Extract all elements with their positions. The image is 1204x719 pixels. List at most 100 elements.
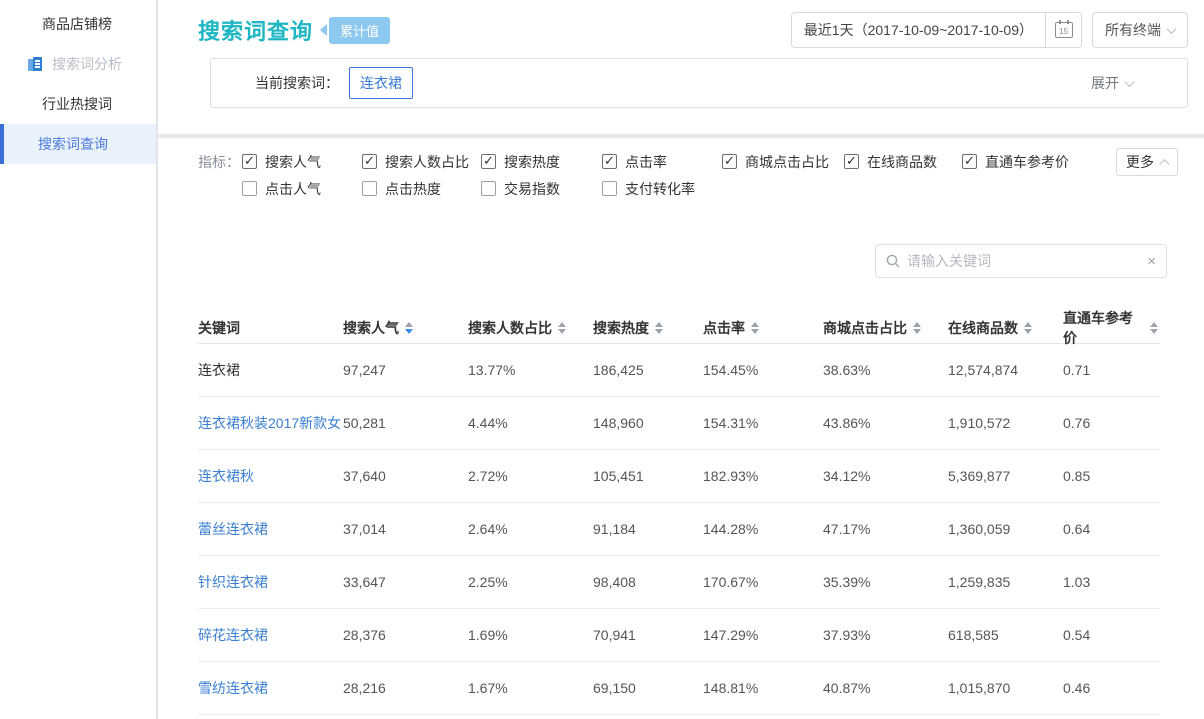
sidebar-item-search-term-analysis[interactable]: 搜索词分析 (0, 44, 156, 84)
column-header-ztc-ref-price[interactable]: 直通车参考价 (1063, 308, 1158, 348)
value-cell: 147.29% (703, 627, 823, 643)
column-header-mall-click-share[interactable]: 商城点击占比 (823, 318, 948, 338)
metrics-bar: 指标： 搜索人气 搜索人数占比 搜索热度 点击 (198, 148, 1204, 202)
keyword-link[interactable]: 碎花连衣裙 (198, 627, 268, 643)
checkbox-icon (602, 154, 617, 169)
value-cell: 91,184 (593, 521, 703, 537)
metric-checkbox[interactable]: 点击人气 (242, 179, 362, 199)
sort-icon[interactable] (405, 322, 413, 334)
checkbox-icon (242, 181, 257, 196)
checkbox-icon (844, 154, 859, 169)
column-header-click-rate[interactable]: 点击率 (703, 318, 823, 338)
metric-checkbox[interactable]: 搜索人气 (242, 152, 362, 172)
table-row: 针织连衣裙 33,647 2.25% 98,408 170.67% 35.39%… (198, 556, 1160, 609)
current-search-term-panel: 当前搜索词： 连衣裙 展开 (210, 58, 1188, 108)
checkbox-icon (602, 181, 617, 196)
value-cell: 0.54 (1063, 627, 1158, 643)
calendar-button[interactable]: 15 (1045, 13, 1081, 47)
value-cell: 13.77% (468, 362, 593, 378)
metric-checkbox[interactable]: 在线商品数 (844, 152, 962, 172)
value-cell: 37,014 (343, 521, 468, 537)
date-range-button[interactable]: 最近1天（2017-10-09~2017-10-09） (792, 13, 1045, 47)
column-header-search-popularity[interactable]: 搜索人气 (343, 318, 468, 338)
search-icon (886, 254, 900, 268)
sort-icon[interactable] (913, 322, 921, 334)
value-cell: 1,015,870 (948, 680, 1063, 696)
sort-icon[interactable] (1024, 322, 1032, 334)
keyword-search-input[interactable] (907, 253, 1147, 269)
metric-checkbox[interactable]: 搜索热度 (481, 152, 602, 172)
keyword-cell: 连衣裙 (198, 362, 240, 378)
clear-icon[interactable] (1147, 254, 1156, 269)
metric-checkbox[interactable]: 点击热度 (362, 179, 481, 199)
metric-label: 直通车参考价 (985, 152, 1069, 172)
value-cell: 28,216 (343, 680, 468, 696)
metric-checkbox[interactable]: 直通车参考价 (962, 152, 1092, 172)
keyword-link[interactable]: 蕾丝连衣裙 (198, 521, 268, 537)
column-header-online-products[interactable]: 在线商品数 (948, 318, 1063, 338)
metric-checkbox[interactable]: 商城点击占比 (722, 152, 844, 172)
checkbox-icon (242, 154, 257, 169)
value-cell: 148,960 (593, 415, 703, 431)
value-cell: 5,369,877 (948, 468, 1063, 484)
current-term-button[interactable]: 连衣裙 (349, 67, 413, 99)
chevron-up-icon (1160, 158, 1170, 168)
keyword-search-box (875, 244, 1167, 278)
expand-button[interactable]: 展开 (1091, 73, 1163, 93)
metric-label: 在线商品数 (867, 152, 937, 172)
table-row: 蕾丝连衣裙 37,014 2.64% 91,184 144.28% 47.17%… (198, 503, 1160, 556)
metric-label: 商城点击占比 (745, 152, 829, 172)
keyword-link[interactable]: 连衣裙秋 (198, 468, 254, 484)
more-button[interactable]: 更多 (1116, 148, 1178, 176)
metric-checkbox[interactable]: 点击率 (602, 152, 722, 172)
metric-checkbox[interactable]: 交易指数 (481, 179, 602, 199)
checkbox-icon (722, 154, 737, 169)
value-cell: 47.17% (823, 521, 948, 537)
terminal-select[interactable]: 所有终端 (1092, 12, 1188, 48)
sidebar-item-product-shop-rank[interactable]: 商品店铺榜 (0, 4, 156, 44)
column-header-searcher-share[interactable]: 搜索人数占比 (468, 318, 593, 338)
column-header-search-heat[interactable]: 搜索热度 (593, 318, 703, 338)
sidebar-item-label: 搜索词查询 (38, 134, 108, 154)
value-cell: 97,247 (343, 362, 468, 378)
value-cell: 144.28% (703, 521, 823, 537)
metric-checkbox[interactable]: 搜索人数占比 (362, 152, 481, 172)
table-row: 雪纺连衣裙 28,216 1.67% 69,150 148.81% 40.87%… (198, 662, 1160, 715)
sidebar-item-search-term-query[interactable]: 搜索词查询 (0, 124, 156, 164)
value-cell: 34.12% (823, 468, 948, 484)
value-cell: 35.39% (823, 574, 948, 590)
analysis-book-icon (28, 57, 44, 71)
value-cell: 0.76 (1063, 415, 1158, 431)
value-cell: 0.85 (1063, 468, 1158, 484)
sort-icon[interactable] (655, 322, 663, 334)
sort-icon[interactable] (558, 322, 566, 334)
main-content: 搜索词查询 累计值 最近1天（2017-10-09~2017-10-09） 15… (158, 0, 1204, 719)
metric-label: 搜索人数占比 (385, 152, 469, 172)
metric-label: 点击率 (625, 152, 667, 172)
sort-icon[interactable] (751, 322, 759, 334)
header-section: 搜索词查询 累计值 最近1天（2017-10-09~2017-10-09） 15… (158, 0, 1204, 134)
value-cell: 0.64 (1063, 521, 1158, 537)
column-header-keyword: 关键词 (198, 318, 343, 338)
checkbox-icon (481, 181, 496, 196)
body-section: 指标： 搜索人气 搜索人数占比 搜索热度 点击 (158, 138, 1204, 719)
keyword-link[interactable]: 雪纺连衣裙 (198, 680, 268, 696)
sort-icon[interactable] (1150, 322, 1158, 334)
sidebar-item-label: 行业热搜词 (42, 94, 112, 114)
keyword-link[interactable]: 连衣裙秋装2017新款女 (198, 415, 341, 431)
value-cell: 148.81% (703, 680, 823, 696)
value-cell: 1.03 (1063, 574, 1158, 590)
value-cell: 50,281 (343, 415, 468, 431)
table-row: 连衣裙 97,247 13.77% 186,425 154.45% 38.63%… (198, 344, 1160, 397)
value-cell: 154.45% (703, 362, 823, 378)
metric-label: 支付转化率 (625, 179, 695, 199)
table-header: 关键词 搜索人气 搜索人数占比 搜索热度 点击率 (198, 308, 1160, 344)
checkbox-icon (362, 181, 377, 196)
value-cell: 4.44% (468, 415, 593, 431)
value-cell: 1.67% (468, 680, 593, 696)
sidebar-item-industry-hot-words[interactable]: 行业热搜词 (0, 84, 156, 124)
value-cell: 154.31% (703, 415, 823, 431)
keyword-link[interactable]: 针织连衣裙 (198, 574, 268, 590)
value-cell: 70,941 (593, 627, 703, 643)
metric-checkbox[interactable]: 支付转化率 (602, 179, 722, 199)
